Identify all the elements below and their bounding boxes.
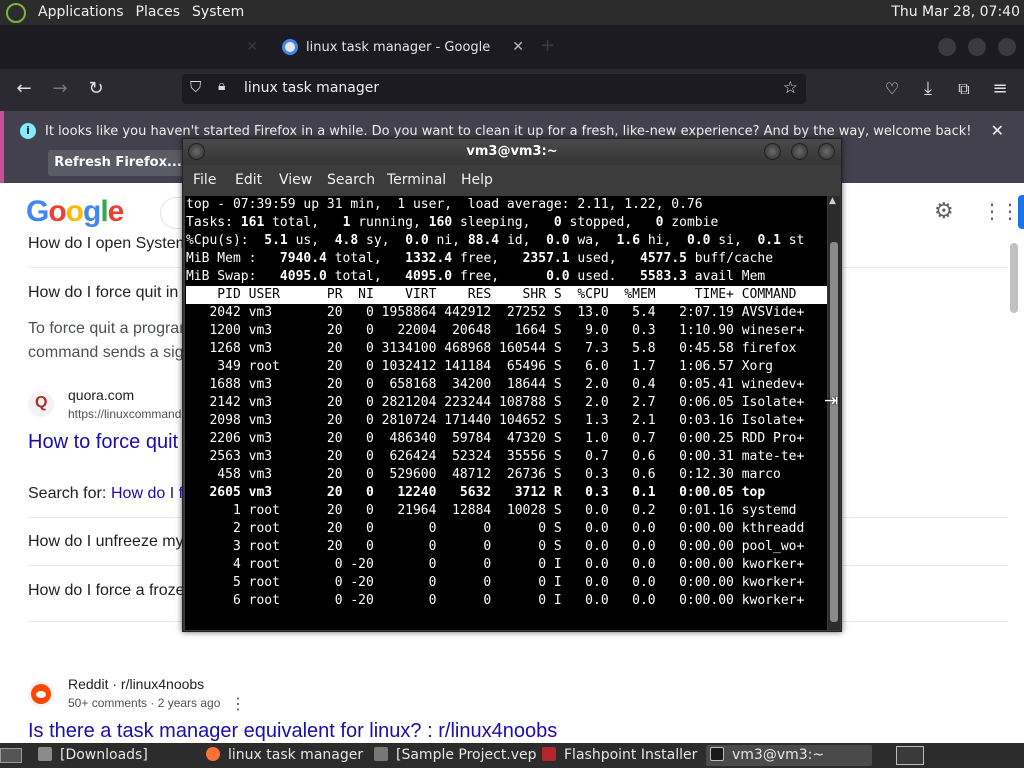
tab-linux-task-manager[interactable]: linux task manager - Google ✕ bbox=[272, 31, 532, 63]
show-desktop-button[interactable] bbox=[0, 748, 22, 763]
folder-icon bbox=[38, 747, 52, 761]
reload-icon[interactable]: ↻ bbox=[84, 77, 108, 101]
taskbar-item-firefox[interactable]: linux task manager ... bbox=[206, 745, 368, 766]
taskbar-item-downloads[interactable]: [Downloads] bbox=[38, 745, 198, 766]
scroll-up-arrow-icon[interactable]: ▲ bbox=[829, 196, 836, 206]
terminal-title: vm3@vm3:~ bbox=[466, 144, 558, 159]
menu-terminal[interactable]: Terminal bbox=[387, 172, 446, 188]
url-bar[interactable]: ⛉ 🔒︎ linux task manager ☆ bbox=[182, 74, 806, 104]
close-icon[interactable]: ✕ bbox=[991, 121, 1004, 140]
search-for-label: Search for: bbox=[28, 485, 107, 502]
minimize-button[interactable] bbox=[764, 143, 781, 160]
taskbar-item-flashpoint[interactable]: Flashpoint Installer bbox=[542, 745, 704, 766]
menu-file[interactable]: File bbox=[193, 172, 216, 188]
process-table-header: PID USER PR NI VIRT RES SHR S %CPU %MEM … bbox=[186, 286, 827, 304]
related-question[interactable]: How do I force quit in bbox=[28, 284, 178, 302]
forward-arrow-icon[interactable]: → bbox=[48, 77, 72, 101]
result-snippet: command sends a sig bbox=[28, 344, 184, 361]
reddit-favicon-icon bbox=[28, 681, 54, 707]
window-menu-button[interactable] bbox=[188, 143, 205, 160]
menu-hamburger-icon[interactable]: ≡ bbox=[988, 77, 1012, 101]
scrollbar-thumb[interactable] bbox=[830, 242, 838, 622]
terminal-icon bbox=[710, 747, 724, 761]
result-meta: 50+ comments · 2 years ago bbox=[68, 696, 221, 710]
page-scrollbar[interactable] bbox=[1010, 243, 1018, 313]
flashpoint-icon bbox=[542, 747, 556, 761]
bottom-taskbar: [Downloads] linux task manager ... [Samp… bbox=[0, 743, 1024, 768]
sign-in-button[interactable] bbox=[1018, 195, 1024, 229]
lock-icon[interactable]: 🔒︎ bbox=[218, 78, 225, 94]
wrench-icon bbox=[374, 747, 388, 761]
close-window-button[interactable] bbox=[818, 143, 835, 160]
google-logo[interactable]: Google bbox=[26, 195, 124, 229]
menu-places[interactable]: Places bbox=[130, 0, 187, 25]
url-text[interactable]: linux task manager bbox=[244, 80, 379, 96]
notification-message: It looks like you haven't started Firefo… bbox=[45, 124, 972, 139]
quora-favicon-icon: Q bbox=[28, 391, 54, 417]
firefox-tab-bar: ✕ linux task manager - Google ✕ + bbox=[0, 25, 1024, 69]
menu-system[interactable]: System bbox=[186, 0, 250, 25]
new-tab-icon[interactable]: + bbox=[540, 35, 562, 59]
tab-background[interactable]: ✕ bbox=[4, 31, 266, 63]
downloads-icon[interactable]: ⤓ bbox=[916, 77, 940, 101]
bookmark-star-icon[interactable]: ☆ bbox=[783, 78, 798, 98]
close-window-button[interactable] bbox=[998, 38, 1016, 56]
related-question[interactable]: How do I open System bbox=[28, 235, 189, 253]
google-favicon-icon bbox=[282, 39, 298, 55]
result-site-name[interactable]: Reddit · r/linux4noobs bbox=[68, 676, 204, 692]
menu-help[interactable]: Help bbox=[461, 172, 493, 188]
panel-clock[interactable]: Thu Mar 28, 07:40 bbox=[891, 0, 1020, 25]
close-icon[interactable]: ✕ bbox=[246, 39, 258, 55]
terminal-menu-bar: File Edit View Search Terminal Help bbox=[183, 165, 841, 195]
result-title-link[interactable]: How to force quit bbox=[28, 431, 178, 454]
terminal-output[interactable]: top - 07:39:59 up 31 min, 1 user, load a… bbox=[185, 196, 827, 630]
extensions-icon[interactable]: ⧉ bbox=[952, 77, 976, 101]
related-question[interactable]: How do I unfreeze my bbox=[28, 533, 184, 551]
firefox-nav-bar: ← → ↻ ⛉ 🔒︎ linux task manager ☆ ♡ ⤓ ⧉ ≡ bbox=[0, 69, 1024, 111]
result-title-link[interactable]: Is there a task manager equivalent for l… bbox=[28, 720, 557, 743]
menu-edit[interactable]: Edit bbox=[235, 172, 262, 188]
back-arrow-icon[interactable]: ← bbox=[12, 77, 36, 101]
menu-view[interactable]: View bbox=[279, 172, 312, 188]
more-options-icon[interactable]: ⋮ bbox=[230, 694, 246, 714]
pocket-icon[interactable]: ♡ bbox=[880, 77, 904, 101]
taskbar-item-sample-project[interactable]: [Sample Project.vep... bbox=[374, 745, 538, 766]
top-panel: Applications Places System Thu Mar 28, 0… bbox=[0, 0, 1024, 25]
shield-icon[interactable]: ⛉ bbox=[190, 78, 201, 96]
workspace-switcher[interactable] bbox=[896, 746, 924, 765]
gear-icon[interactable]: ⚙ bbox=[934, 199, 954, 224]
minimize-button[interactable] bbox=[938, 38, 956, 56]
info-icon: i bbox=[20, 123, 36, 139]
resize-cursor-icon: ⇥ bbox=[824, 391, 839, 411]
taskbar-item-terminal[interactable]: vm3@vm3:~ bbox=[706, 745, 872, 766]
menu-applications[interactable]: Applications bbox=[32, 0, 130, 25]
menu-search[interactable]: Search bbox=[327, 172, 375, 188]
maximize-button[interactable] bbox=[791, 143, 808, 160]
maximize-button[interactable] bbox=[968, 38, 986, 56]
terminal-title-bar[interactable]: vm3@vm3:~ bbox=[183, 139, 841, 165]
result-snippet: To force quit a program bbox=[28, 320, 193, 337]
top-summary: top - 07:39:59 up 31 min, 1 user, load a… bbox=[186, 197, 805, 284]
terminal-scrollbar[interactable]: ▲ bbox=[828, 196, 840, 630]
search-for-link[interactable]: How do I f bbox=[111, 485, 183, 503]
firefox-icon bbox=[206, 747, 220, 761]
result-site-name[interactable]: quora.com bbox=[68, 387, 134, 403]
tab-label: linux task manager - Google bbox=[306, 39, 491, 55]
result-url[interactable]: https://linuxcommand bbox=[68, 407, 181, 421]
mate-logo-icon[interactable] bbox=[6, 2, 26, 23]
close-icon[interactable]: ✕ bbox=[512, 39, 524, 55]
related-question[interactable]: How do I force a froze bbox=[28, 582, 185, 600]
refresh-firefox-button[interactable]: Refresh Firefox... bbox=[48, 150, 188, 176]
process-table: 2042 vm3 20 0 1958864 442912 27252 S 13.… bbox=[186, 305, 805, 608]
terminal-window[interactable]: vm3@vm3:~ File Edit View Search Terminal… bbox=[182, 138, 842, 632]
